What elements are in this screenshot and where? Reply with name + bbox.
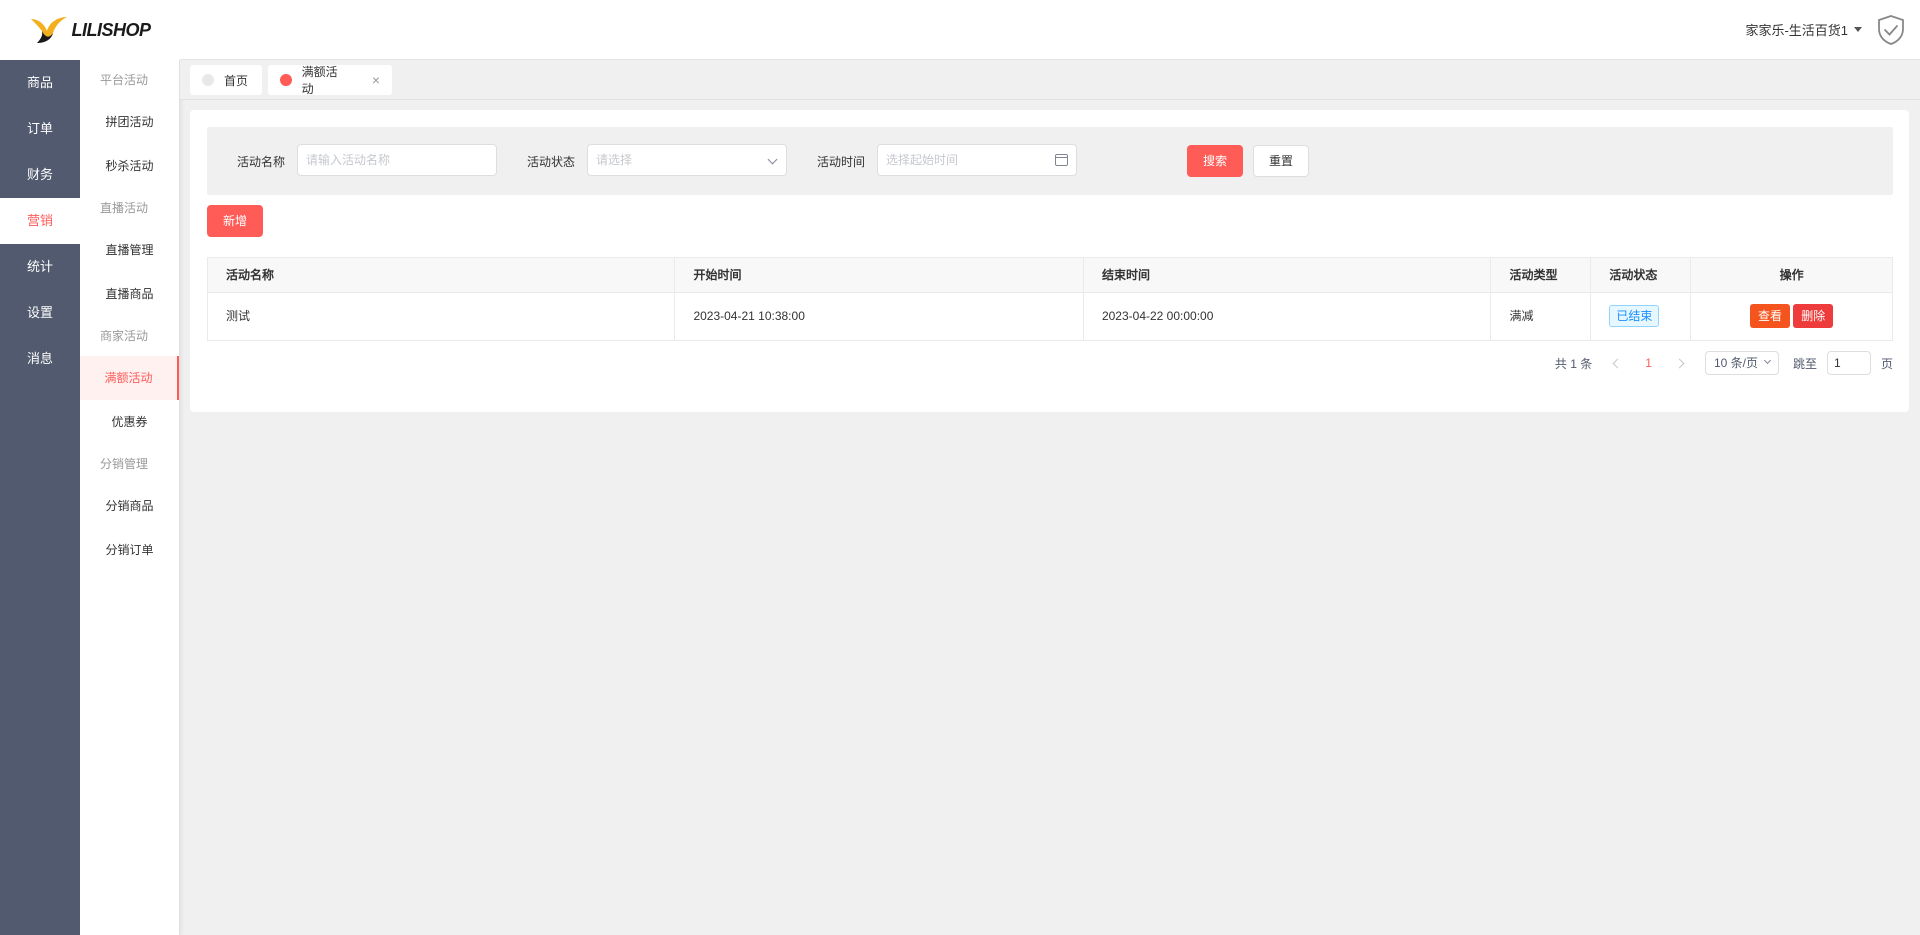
tabs-bar: 首页 满额活动 × (180, 60, 1920, 100)
group-distribution: 分销管理 (100, 457, 149, 471)
activity-name-input[interactable] (306, 146, 496, 174)
group-platform-activities: 平台活动 (100, 73, 149, 87)
reset-button[interactable]: 重置 (1253, 145, 1309, 177)
page-number[interactable]: 1 (1645, 356, 1652, 370)
tab-dot-icon (202, 74, 214, 86)
tab-full-discount-label: 满额活动 (301, 65, 338, 96)
cell-status: 已结束 (1591, 293, 1692, 340)
page-size-select[interactable]: 10 条/页 (1704, 351, 1779, 375)
activity-status-select[interactable]: 请选择 (587, 144, 787, 176)
next-page-icon[interactable] (1674, 358, 1685, 368)
close-icon[interactable]: × (372, 72, 380, 88)
col-header-type: 活动类型 (1491, 258, 1592, 292)
add-button[interactable]: 新增 (207, 205, 263, 237)
main-card: 活动名称 活动状态 请选择 活动时间 选择起始时间 搜索 重置 新增 活动名称 … (190, 110, 1909, 412)
activity-table: 活动名称 开始时间 结束时间 活动类型 活动状态 操作 测试 2023-04-2… (207, 257, 1893, 341)
sub-item-group-buy[interactable]: 拼团活动 (80, 100, 179, 144)
search-button[interactable]: 搜索 (1187, 145, 1243, 177)
col-header-actions: 操作 (1691, 258, 1892, 292)
jump-input[interactable]: 1 (1826, 351, 1871, 375)
page-unit: 页 (1880, 356, 1893, 371)
total-count: 共 1 条 (1554, 356, 1593, 371)
col-header-start: 开始时间 (675, 258, 1084, 292)
sub-item-coupon[interactable]: 优惠券 (80, 400, 179, 444)
nav-item-marketing[interactable]: 营销 (0, 198, 80, 244)
sub-item-live-manage[interactable]: 直播管理 (80, 228, 179, 272)
nav-item-messages[interactable]: 消息 (0, 336, 80, 382)
activity-name-field[interactable] (297, 144, 497, 176)
pagination: 共 1 条 1 10 条/页 跳至 1 页 (1555, 350, 1893, 376)
bird-logo-icon (31, 17, 68, 43)
logo[interactable]: LILISHOP (0, 0, 180, 60)
status-badge: 已结束 (1609, 305, 1660, 327)
sub-item-distribution-orders[interactable]: 分销订单 (80, 528, 179, 572)
jump-label: 跳至 (1792, 356, 1817, 371)
primary-sidebar: 商品 订单 财务 营销 统计 设置 消息 (0, 0, 80, 935)
cell-name: 测试 (208, 293, 676, 340)
chevron-down-icon (1763, 356, 1772, 365)
table-row: 测试 2023-04-21 10:38:00 2023-04-22 00:00:… (208, 293, 1892, 340)
activity-status-label: 活动状态 (527, 155, 576, 169)
top-header: 家家乐-生活百货1 (180, 0, 1920, 60)
sub-item-flash-sale[interactable]: 秒杀活动 (80, 144, 179, 188)
table-header-row: 活动名称 开始时间 结束时间 活动类型 活动状态 操作 (208, 258, 1892, 293)
activity-time-label: 活动时间 (817, 155, 866, 169)
col-header-end: 结束时间 (1083, 258, 1492, 292)
cell-actions: 查看 删除 (1691, 293, 1892, 340)
activity-name-label: 活动名称 (237, 155, 286, 169)
col-header-status: 活动状态 (1591, 258, 1692, 292)
secondary-sidebar: 平台活动 拼团活动 秒杀活动 直播活动 直播管理 直播商品 商家活动 满额活动 … (80, 60, 180, 935)
tab-active-dot-icon (280, 74, 292, 86)
page-size-value: 10 条/页 (1713, 356, 1758, 370)
caret-down-icon (1854, 27, 1862, 32)
search-form: 活动名称 活动状态 请选择 活动时间 选择起始时间 搜索 重置 (207, 127, 1893, 195)
logo-text: LILISHOP (71, 19, 151, 40)
time-picker-placeholder: 选择起始时间 (886, 153, 959, 167)
prev-page-icon[interactable] (1612, 358, 1623, 368)
col-header-name: 活动名称 (208, 258, 676, 292)
nav-item-settings[interactable]: 设置 (0, 290, 80, 336)
group-live-activities: 直播活动 (100, 201, 149, 215)
delete-button[interactable]: 删除 (1793, 304, 1834, 328)
nav-item-goods[interactable]: 商品 (0, 60, 80, 106)
nav-item-orders[interactable]: 订单 (0, 106, 80, 152)
sub-item-live-goods[interactable]: 直播商品 (80, 272, 179, 316)
nav-item-statistics[interactable]: 统计 (0, 244, 80, 290)
sub-item-full-discount[interactable]: 满额活动 (80, 356, 179, 400)
cell-end: 2023-04-22 00:00:00 (1084, 293, 1492, 340)
tab-full-discount[interactable]: 满额活动 × (268, 65, 392, 96)
activity-time-picker[interactable]: 选择起始时间 (877, 144, 1077, 176)
view-button[interactable]: 查看 (1749, 304, 1790, 328)
tab-home-label: 首页 (224, 73, 249, 88)
tab-home[interactable]: 首页 (190, 65, 262, 95)
cell-start: 2023-04-21 10:38:00 (675, 293, 1084, 340)
shield-check-icon[interactable] (1876, 14, 1906, 46)
user-dropdown[interactable]: 家家乐-生活百货1 (1745, 20, 1862, 39)
sub-item-distribution-goods[interactable]: 分销商品 (80, 484, 179, 528)
chevron-down-icon (767, 154, 778, 165)
nav-item-finance[interactable]: 财务 (0, 152, 80, 198)
calendar-icon (1055, 154, 1068, 166)
status-select-placeholder: 请选择 (596, 153, 633, 167)
cell-type: 满减 (1491, 293, 1592, 340)
group-merchant-activities: 商家活动 (100, 329, 149, 343)
user-name: 家家乐-生活百货1 (1745, 23, 1848, 38)
